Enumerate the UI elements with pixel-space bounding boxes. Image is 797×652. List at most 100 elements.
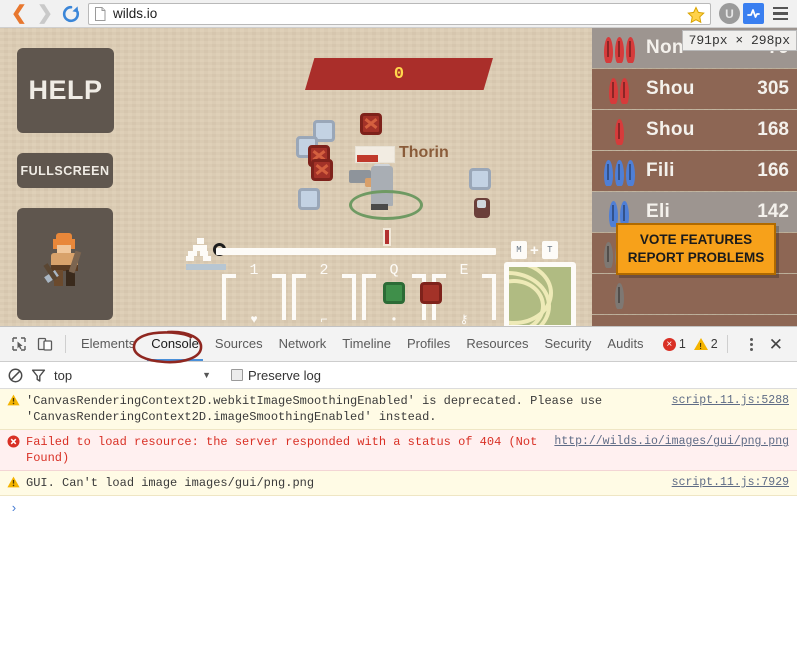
console-message-source-link[interactable]: http://wilds.io/images/gui/png.png <box>554 434 789 450</box>
minimap-key-hints: M + T <box>511 240 571 260</box>
tab-audits[interactable]: Audits <box>599 327 651 361</box>
console-message: 'CanvasRenderingContext2D.webkitImageSmo… <box>0 389 797 430</box>
stamina-runner-icon <box>186 238 216 264</box>
barrel-decoration <box>311 159 333 181</box>
tab-resources[interactable]: Resources <box>458 327 536 361</box>
hotbar-slot-q[interactable]: Q • <box>362 262 426 326</box>
device-toolbar-icon[interactable] <box>32 331 58 357</box>
warning-triangle-icon <box>6 394 20 406</box>
scoreboard-player-name: Fili <box>646 160 675 181</box>
red-triple-feather-icon <box>598 33 640 63</box>
reload-button[interactable] <box>58 1 84 27</box>
warning-triangle-icon: ! <box>693 338 708 351</box>
warning-count-value: 2 <box>710 337 718 351</box>
warning-count-badge[interactable]: ! 2 <box>693 337 718 351</box>
address-bar[interactable]: wilds.io <box>88 2 711 25</box>
console-message: GUI. Can't load image images/gui/png.png… <box>0 471 797 496</box>
hotbar-slot-2[interactable]: 2 ⌐ <box>292 262 356 326</box>
hotbar-slot-1-glyph: ♥ <box>250 312 258 326</box>
filter-funnel-icon[interactable] <box>31 368 46 383</box>
console-context-selector[interactable]: top <box>54 368 72 383</box>
console-prompt[interactable]: › <box>0 496 797 521</box>
console-prompt-symbol: › <box>10 501 18 516</box>
tab-profiles[interactable]: Profiles <box>399 327 458 361</box>
rank-feather <box>625 37 635 63</box>
game-viewport[interactable]: HELP FULLSCREEN 0 Thorin 1 ♥ 2 ⌐ Q • E ⚷… <box>0 28 797 326</box>
console-message-text: Failed to load resource: the server resp… <box>26 435 538 465</box>
viking-avatar-icon <box>42 233 88 295</box>
ublock-extension-icon[interactable]: U <box>719 3 740 24</box>
devtools-tabbar: Elements Console Sources Network Timeline Pro… <box>0 327 797 362</box>
tab-security[interactable]: Security <box>536 327 599 361</box>
error-count-badge[interactable]: × 1 <box>662 337 686 351</box>
forward-button[interactable]: ❯ <box>32 1 58 27</box>
viewport-size-tooltip: 791px × 298px <box>681 30 797 51</box>
devtools-panel: Elements Console Sources Network Timeline Pro… <box>0 326 797 652</box>
preserve-log-label: Preserve log <box>248 367 321 383</box>
blue-triple-feather-icon <box>598 156 640 186</box>
browser-toolbar: ❮ ❯ wilds.io U <box>0 0 797 28</box>
clear-console-icon[interactable] <box>8 368 23 383</box>
fullscreen-button[interactable]: FULLSCREEN <box>17 153 113 188</box>
barrel-decoration <box>360 113 382 135</box>
console-message-source-link[interactable]: script.11.js:7929 <box>672 475 789 491</box>
tab-network[interactable]: Network <box>271 327 335 361</box>
rank-feather <box>609 78 618 104</box>
preserve-log-checkbox[interactable] <box>231 369 243 381</box>
warning-triangle-icon <box>6 476 20 488</box>
help-button-label: HELP <box>28 75 103 105</box>
close-icon[interactable]: ✕ <box>763 336 789 353</box>
rank-feather <box>620 78 629 104</box>
minimap[interactable] <box>504 262 576 326</box>
error-count-value: 1 <box>678 337 686 351</box>
avatar-button[interactable] <box>17 208 113 320</box>
scoreboard-player-name: Eli <box>646 201 671 222</box>
tab-elements[interactable]: Elements <box>73 327 143 361</box>
inspect-element-icon[interactable] <box>6 331 32 357</box>
vote-banner-line1: VOTE FEATURES <box>639 232 753 247</box>
scoreboard-panel: Non79Shou305Shou168Fili166Eli142Floki16 … <box>592 28 797 326</box>
chevron-down-icon[interactable]: ▼ <box>202 370 211 380</box>
help-button[interactable]: HELP <box>17 48 114 133</box>
fullscreen-button-label: FULLSCREEN <box>20 163 110 178</box>
hotbar-slot-q-glyph: • <box>391 312 397 326</box>
rank-feather <box>614 119 624 145</box>
console-message-source-link[interactable]: script.11.js:5288 <box>672 393 789 409</box>
hotbar-slot-2-glyph: ⌐ <box>320 312 328 326</box>
tab-console[interactable]: Console <box>143 327 207 361</box>
banner-score-value: 0 <box>393 64 405 84</box>
toolbar-divider <box>65 335 66 353</box>
hotbar-slot-1[interactable]: 1 ♥ <box>222 262 286 326</box>
reload-icon <box>62 5 80 22</box>
hotbar-slot-e[interactable]: E ⚷ <box>420 262 496 326</box>
tab-timeline[interactable]: Timeline <box>334 327 399 361</box>
console-message-text: GUI. Can't load image images/gui/png.png <box>26 476 315 490</box>
minimap-key-1: M <box>511 241 527 259</box>
player-health-bar <box>355 146 395 163</box>
scoreboard-row <box>592 274 797 314</box>
hamburger-menu-icon[interactable] <box>769 6 791 21</box>
vote-features-banner[interactable]: VOTE FEATURES REPORT PROBLEMS <box>616 223 776 275</box>
scoreboard-player-score: 168 <box>757 119 789 140</box>
rank-feather <box>625 160 635 186</box>
red-bomb-item-icon <box>420 282 442 304</box>
scoreboard-player-score: 305 <box>757 78 789 99</box>
pulse-check-icon[interactable] <box>743 3 764 24</box>
top-score-banner: 0 <box>305 58 493 90</box>
tab-sources[interactable]: Sources <box>207 327 271 361</box>
vote-banner-line2: REPORT PROBLEMS <box>627 250 765 265</box>
forward-arrow-icon: ❯ <box>37 3 53 24</box>
kebab-menu-icon[interactable] <box>743 337 761 351</box>
preserve-log-toggle[interactable]: Preserve log <box>231 368 321 383</box>
pulse-glyph <box>747 9 760 18</box>
back-button[interactable]: ❮ <box>6 1 32 27</box>
hotbar: 1 ♥ 2 ⌐ Q • E ⚷ M + T <box>186 238 586 326</box>
scoreboard-player-name: Shou <box>646 78 695 99</box>
devtools-status-group: × 1 ! 2 ✕ <box>662 335 791 353</box>
rock-decoration <box>298 188 320 210</box>
ublock-letter: U <box>725 6 734 21</box>
console-message-text: 'CanvasRenderingContext2D.webkitImageSmo… <box>26 394 603 424</box>
green-orb-item-icon <box>383 282 405 304</box>
address-bar-text: wilds.io <box>113 6 158 21</box>
bookmark-star-icon[interactable] <box>687 5 705 24</box>
